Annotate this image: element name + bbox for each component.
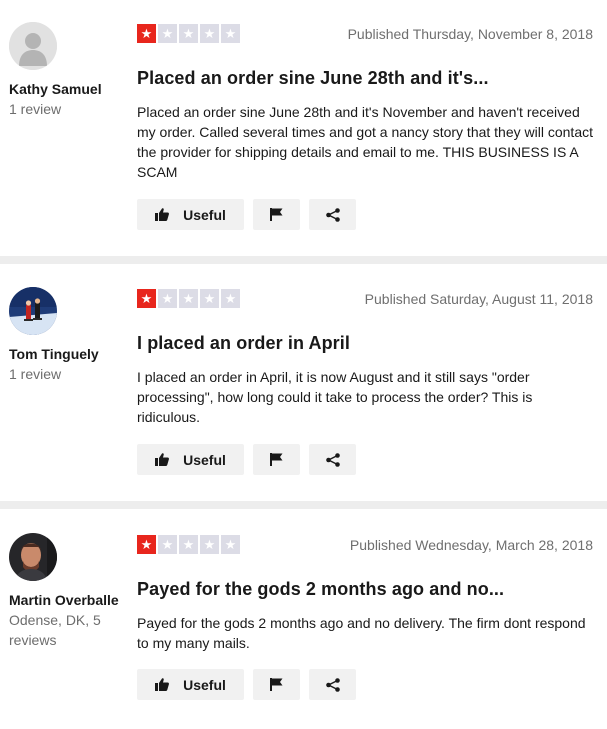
flag-icon [270,678,283,691]
reviewer-name[interactable]: Martin Overballe [9,590,124,610]
review-card: Kathy Samuel 1 review ★ ★ ★ ★ ★ Publishe… [0,0,607,256]
review-date: Published Wednesday, March 28, 2018 [349,537,593,553]
star-icon: ★ [221,535,240,554]
review-content: ★ ★ ★ ★ ★ Published Wednesday, March 28,… [137,535,593,653]
star-icon: ★ [158,535,177,554]
review-actions: Useful [137,444,356,475]
flag-icon [270,453,283,466]
star-icon: ★ [179,535,198,554]
review-actions: Useful [137,669,356,700]
review-content: ★ ★ ★ ★ ★ Published Thursday, November 8… [137,24,593,182]
review-card: Martin Overballe Odense, DK, 5 reviews ★… [0,509,607,729]
person-photo-avatar[interactable] [9,533,57,581]
useful-button[interactable]: Useful [137,199,244,230]
share-icon [325,207,340,222]
review-body: Placed an order sine June 28th and it's … [137,104,593,180]
review-separator [0,501,607,509]
star-icon: ★ [158,289,177,308]
star-icon: ★ [137,24,156,43]
report-button[interactable] [253,444,300,475]
reviewer-info: Kathy Samuel 1 review [9,22,124,119]
star-rating: ★ ★ ★ ★ ★ [137,24,240,43]
reviewer-name[interactable]: Tom Tinguely [9,344,124,364]
thumbs-up-icon [155,208,170,221]
review-title[interactable]: Payed for the gods 2 months ago and no..… [137,577,593,601]
star-icon: ★ [137,535,156,554]
star-icon: ★ [200,535,219,554]
report-button[interactable] [253,199,300,230]
useful-button[interactable]: Useful [137,444,244,475]
reviewer-review-count: 1 review [9,366,62,382]
share-button[interactable] [309,199,356,230]
useful-label: Useful [183,451,226,468]
flag-icon [270,208,283,221]
skiers-photo-avatar[interactable] [9,287,57,335]
review-date: Published Saturday, August 11, 2018 [364,291,593,307]
star-icon: ★ [137,289,156,308]
star-icon: ★ [179,24,198,43]
star-icon: ★ [200,24,219,43]
thumbs-up-icon [155,678,170,691]
thumbs-up-icon [155,453,170,466]
share-icon [325,677,340,692]
review-title[interactable]: Placed an order sine June 28th and it's.… [137,66,593,90]
review-content: ★ ★ ★ ★ ★ Published Saturday, August 11,… [137,289,593,427]
review-card: Tom Tinguely 1 review ★ ★ ★ ★ ★ Publishe… [0,264,607,501]
reviewer-info: Martin Overballe Odense, DK, 5 reviews [9,533,124,650]
review-date: Published Thursday, November 8, 2018 [347,26,593,42]
report-button[interactable] [253,669,300,700]
reviewer-review-count: 1 review [9,101,62,117]
reviewer-name[interactable]: Kathy Samuel [9,79,124,99]
share-button[interactable] [309,444,356,475]
star-rating: ★ ★ ★ ★ ★ [137,535,240,554]
useful-label: Useful [183,206,226,223]
share-button[interactable] [309,669,356,700]
useful-label: Useful [183,676,226,693]
star-icon: ★ [158,24,177,43]
star-icon: ★ [200,289,219,308]
star-icon: ★ [221,289,240,308]
default-user-avatar-icon[interactable] [9,22,57,70]
review-title[interactable]: I placed an order in April [137,331,593,355]
reviewer-info: Tom Tinguely 1 review [9,287,124,384]
reviewer-review-count: Odense, DK, 5 reviews [9,612,101,648]
review-actions: Useful [137,199,356,230]
useful-button[interactable]: Useful [137,669,244,700]
star-icon: ★ [221,24,240,43]
review-body: I placed an order in April, it is now Au… [137,369,533,425]
star-icon: ★ [179,289,198,308]
review-separator [0,256,607,264]
review-body: Payed for the gods 2 months ago and no d… [137,615,586,651]
star-rating: ★ ★ ★ ★ ★ [137,289,240,308]
share-icon [325,452,340,467]
